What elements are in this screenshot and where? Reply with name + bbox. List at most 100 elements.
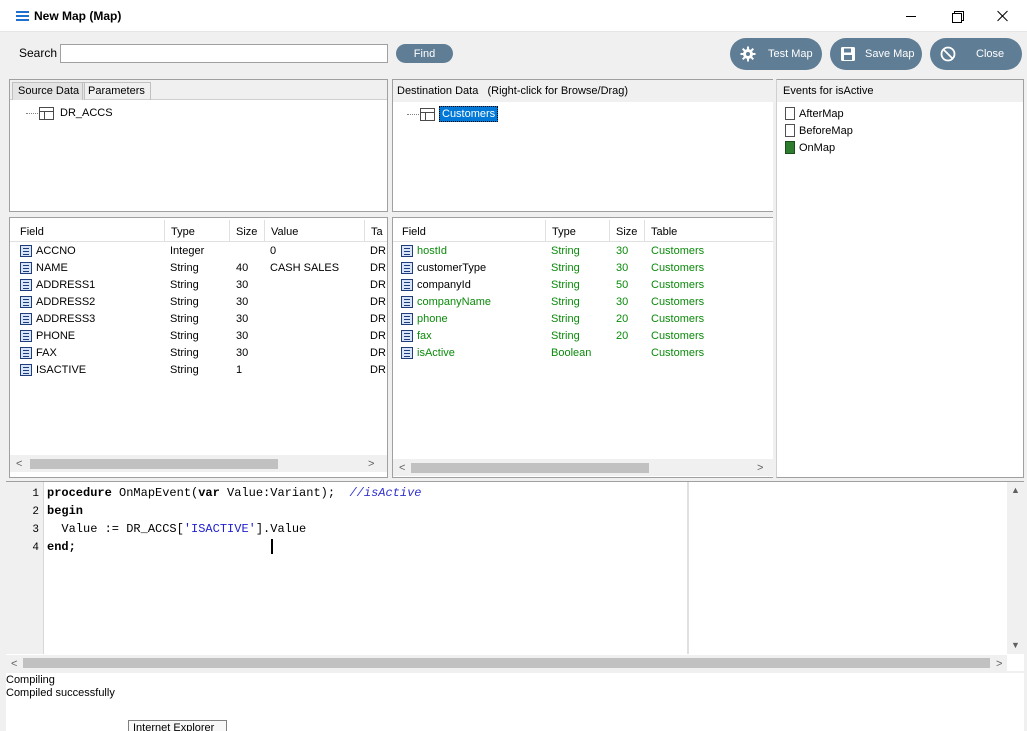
field-icon bbox=[20, 364, 32, 376]
cell-value: CASH SALES bbox=[270, 262, 340, 274]
source-grid-header: Field Type Size Value Ta bbox=[10, 220, 387, 242]
scroll-thumb[interactable] bbox=[411, 463, 649, 473]
table-row[interactable]: customerType String 30 Customers bbox=[393, 260, 773, 277]
scroll-right-icon[interactable]: > bbox=[368, 458, 374, 470]
source-fields-grid: Field Type Size Value Ta ACCNO Integer 0 DR… bbox=[9, 217, 388, 478]
col-table[interactable]: Table bbox=[645, 220, 705, 242]
table-row[interactable]: ISACTIVE String 1 DR bbox=[10, 362, 387, 379]
table-row[interactable]: fax String 20 Customers bbox=[393, 328, 773, 345]
line-number: 1 bbox=[32, 488, 39, 500]
scroll-left-icon[interactable]: < bbox=[16, 458, 22, 470]
title-bar: New Map (Map) bbox=[0, 0, 1027, 32]
line-number: 4 bbox=[32, 542, 39, 554]
col-size[interactable]: Size bbox=[230, 220, 265, 242]
window-close-button[interactable] bbox=[980, 0, 1026, 32]
code-editor[interactable]: 1 2 3 4 procedure OnMapEvent(var Value:V… bbox=[6, 481, 1024, 672]
cell-value: 0 bbox=[270, 245, 277, 257]
events-panel: Events for isActive AfterMap BeforeMap OnM… bbox=[776, 79, 1024, 478]
table-row[interactable]: ADDRESS3 String 30 DR bbox=[10, 311, 387, 328]
scroll-down-icon[interactable]: ▼ bbox=[1011, 640, 1020, 650]
table-row[interactable]: PHONE String 30 DR bbox=[10, 328, 387, 345]
scroll-thumb[interactable] bbox=[30, 459, 278, 469]
table-row[interactable]: NAME String 40 CASH SALES DR bbox=[10, 260, 387, 277]
editor-divider[interactable] bbox=[687, 482, 689, 654]
table-row[interactable]: phone String 20 Customers bbox=[393, 311, 773, 328]
event-item-beforemap[interactable]: BeforeMap bbox=[785, 124, 853, 137]
save-map-button[interactable]: Save Map bbox=[830, 38, 922, 70]
cell-field: hostId bbox=[417, 245, 447, 257]
col-table[interactable]: Ta bbox=[365, 220, 387, 242]
cell-table: DR bbox=[370, 262, 386, 274]
document-icon bbox=[785, 124, 795, 137]
editor-hscrollbar[interactable]: < > bbox=[6, 655, 1007, 672]
tab-source-data[interactable]: Source Data bbox=[12, 82, 86, 100]
restore-button[interactable] bbox=[934, 0, 980, 32]
scroll-right-icon[interactable]: > bbox=[996, 658, 1002, 670]
save-map-label: Save Map bbox=[865, 48, 915, 60]
minimize-icon bbox=[906, 15, 916, 17]
table-row[interactable]: ADDRESS2 String 30 DR bbox=[10, 294, 387, 311]
test-map-button[interactable]: Test Map bbox=[730, 38, 822, 70]
col-type[interactable]: Type bbox=[165, 220, 230, 242]
source-tree-root[interactable]: DR_ACCS bbox=[26, 106, 115, 120]
field-icon bbox=[401, 313, 413, 325]
events-header: Events for isActive bbox=[777, 80, 1023, 102]
code-line-3[interactable]: Value := DR_ACCS['ISACTIVE'].Value bbox=[47, 522, 306, 536]
destination-header: Destination Data (Right-click for Browse… bbox=[393, 80, 773, 102]
col-field[interactable]: Field bbox=[14, 220, 165, 242]
line-number: 3 bbox=[32, 524, 39, 536]
field-icon bbox=[401, 330, 413, 342]
destination-hscrollbar[interactable]: < > bbox=[393, 459, 773, 476]
col-size[interactable]: Size bbox=[610, 220, 645, 242]
search-input[interactable] bbox=[60, 44, 388, 63]
code-line-1[interactable]: procedure OnMapEvent(var Value:Variant);… bbox=[47, 486, 421, 500]
cell-type: String bbox=[551, 296, 580, 308]
table-row[interactable]: companyId String 50 Customers bbox=[393, 277, 773, 294]
cell-field: FAX bbox=[36, 347, 57, 359]
scroll-left-icon[interactable]: < bbox=[399, 462, 405, 474]
scroll-up-icon[interactable]: ▲ bbox=[1011, 485, 1020, 495]
cell-type: Integer bbox=[170, 245, 205, 257]
scroll-thumb[interactable] bbox=[23, 658, 990, 668]
gear-icon bbox=[740, 46, 756, 62]
cell-type: String bbox=[170, 279, 199, 291]
event-item-aftermap[interactable]: AfterMap bbox=[785, 107, 844, 120]
output-line: Compiling bbox=[6, 674, 55, 686]
find-button[interactable]: Find bbox=[396, 44, 453, 63]
field-icon bbox=[401, 279, 413, 291]
compile-output: Compiling Compiled successfully Internet… bbox=[6, 673, 1024, 731]
table-row[interactable]: isActive Boolean Customers bbox=[393, 345, 773, 362]
destination-fields-grid: Field Type Size Table hostId String 30 Cust… bbox=[392, 217, 773, 478]
text-caret bbox=[271, 539, 273, 554]
no-entry-icon bbox=[940, 46, 956, 62]
cell-field: phone bbox=[417, 313, 448, 325]
table-row[interactable]: ADDRESS1 String 30 DR bbox=[10, 277, 387, 294]
document-icon bbox=[785, 141, 795, 154]
editor-vscrollbar[interactable]: ▲ ▼ bbox=[1007, 482, 1024, 654]
table-row[interactable]: ACCNO Integer 0 DR bbox=[10, 243, 387, 260]
col-type[interactable]: Type bbox=[546, 220, 610, 242]
cell-table: Customers bbox=[651, 347, 705, 359]
table-row[interactable]: FAX String 30 DR bbox=[10, 345, 387, 362]
cell-field: ADDRESS1 bbox=[36, 279, 96, 291]
cell-size: 30 bbox=[236, 296, 249, 308]
code-line-2[interactable]: begin bbox=[47, 504, 83, 518]
col-value[interactable]: Value bbox=[265, 220, 365, 242]
close-button[interactable]: Close bbox=[930, 38, 1022, 70]
table-row[interactable]: companyName String 30 Customers bbox=[393, 294, 773, 311]
table-row[interactable]: hostId String 30 Customers bbox=[393, 243, 773, 260]
source-hscrollbar[interactable]: < > bbox=[10, 455, 387, 472]
minimize-button[interactable] bbox=[888, 0, 934, 32]
scroll-left-icon[interactable]: < bbox=[11, 658, 17, 670]
code-line-4[interactable]: end; bbox=[47, 540, 76, 554]
tab-parameters[interactable]: Parameters bbox=[82, 82, 151, 100]
hamburger-icon[interactable] bbox=[16, 11, 29, 21]
cell-size: 20 bbox=[616, 313, 629, 325]
destination-tree-root[interactable]: Customers bbox=[407, 106, 499, 122]
field-icon bbox=[20, 330, 32, 342]
col-field[interactable]: Field bbox=[396, 220, 546, 242]
cell-type: String bbox=[170, 347, 199, 359]
cell-field: NAME bbox=[36, 262, 68, 274]
event-item-onmap[interactable]: OnMap bbox=[785, 141, 835, 154]
scroll-right-icon[interactable]: > bbox=[757, 462, 763, 474]
